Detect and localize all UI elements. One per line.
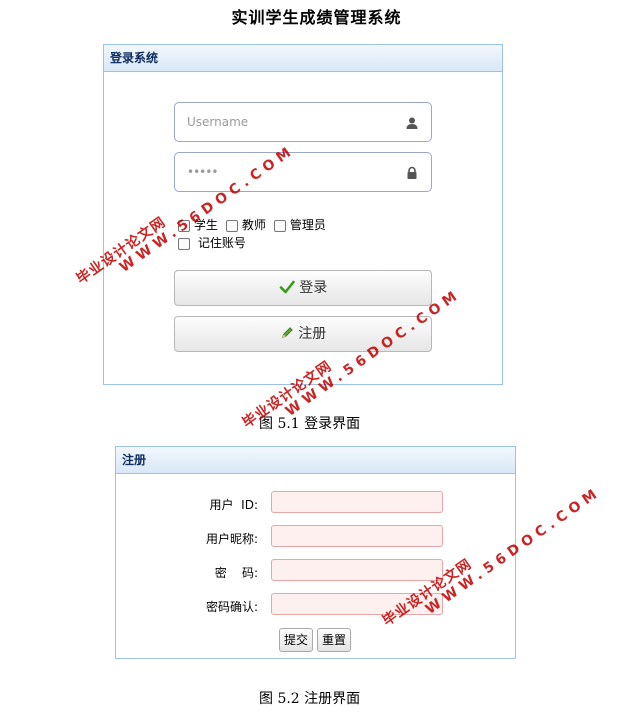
nickname-input[interactable] bbox=[271, 525, 443, 547]
confirm-password-label: 密码确认: bbox=[205, 600, 258, 614]
register-panel: 注册 用户 ID: 用户昵称: 密 码: 密码确认: 提交 重置 bbox=[115, 446, 516, 659]
register-button-label: 注册 bbox=[298, 326, 327, 342]
remember-label: 记住账号 bbox=[197, 236, 246, 250]
user-id-label: 用户 ID: bbox=[209, 498, 258, 512]
check-icon bbox=[279, 280, 295, 294]
figure-caption-register: 图 5.2 注册界面 bbox=[259, 691, 361, 707]
register-panel-header: 注册 bbox=[116, 447, 515, 474]
reset-button[interactable]: 重置 bbox=[317, 628, 352, 652]
pencil-icon bbox=[281, 327, 293, 338]
login-button-label: 登录 bbox=[299, 280, 328, 296]
nickname-label: 用户昵称: bbox=[205, 532, 258, 546]
role-teacher-option[interactable]: 教师 bbox=[226, 216, 266, 233]
submit-button[interactable]: 提交 bbox=[279, 628, 314, 652]
role-admin-option[interactable]: 管理员 bbox=[274, 216, 326, 233]
role-teacher-label: 教师 bbox=[241, 218, 266, 232]
document-title: 实训学生成绩管理系统 bbox=[231, 8, 402, 27]
remember-option[interactable]: 记住账号 bbox=[178, 234, 246, 251]
login-panel-header: 登录系统 bbox=[104, 45, 502, 72]
username-placeholder: Username bbox=[187, 115, 249, 129]
username-input[interactable]: Username bbox=[174, 102, 432, 142]
remember-checkbox[interactable] bbox=[178, 237, 190, 250]
user-icon bbox=[406, 117, 418, 129]
password-label: 密 码: bbox=[214, 566, 258, 580]
user-id-input[interactable] bbox=[271, 491, 443, 513]
role-admin-label: 管理员 bbox=[289, 218, 326, 232]
lock-icon bbox=[407, 166, 417, 179]
login-button[interactable]: 登录 bbox=[174, 270, 432, 306]
role-teacher-checkbox[interactable] bbox=[226, 219, 238, 232]
role-admin-checkbox[interactable] bbox=[274, 219, 286, 232]
password-field[interactable] bbox=[271, 559, 443, 581]
